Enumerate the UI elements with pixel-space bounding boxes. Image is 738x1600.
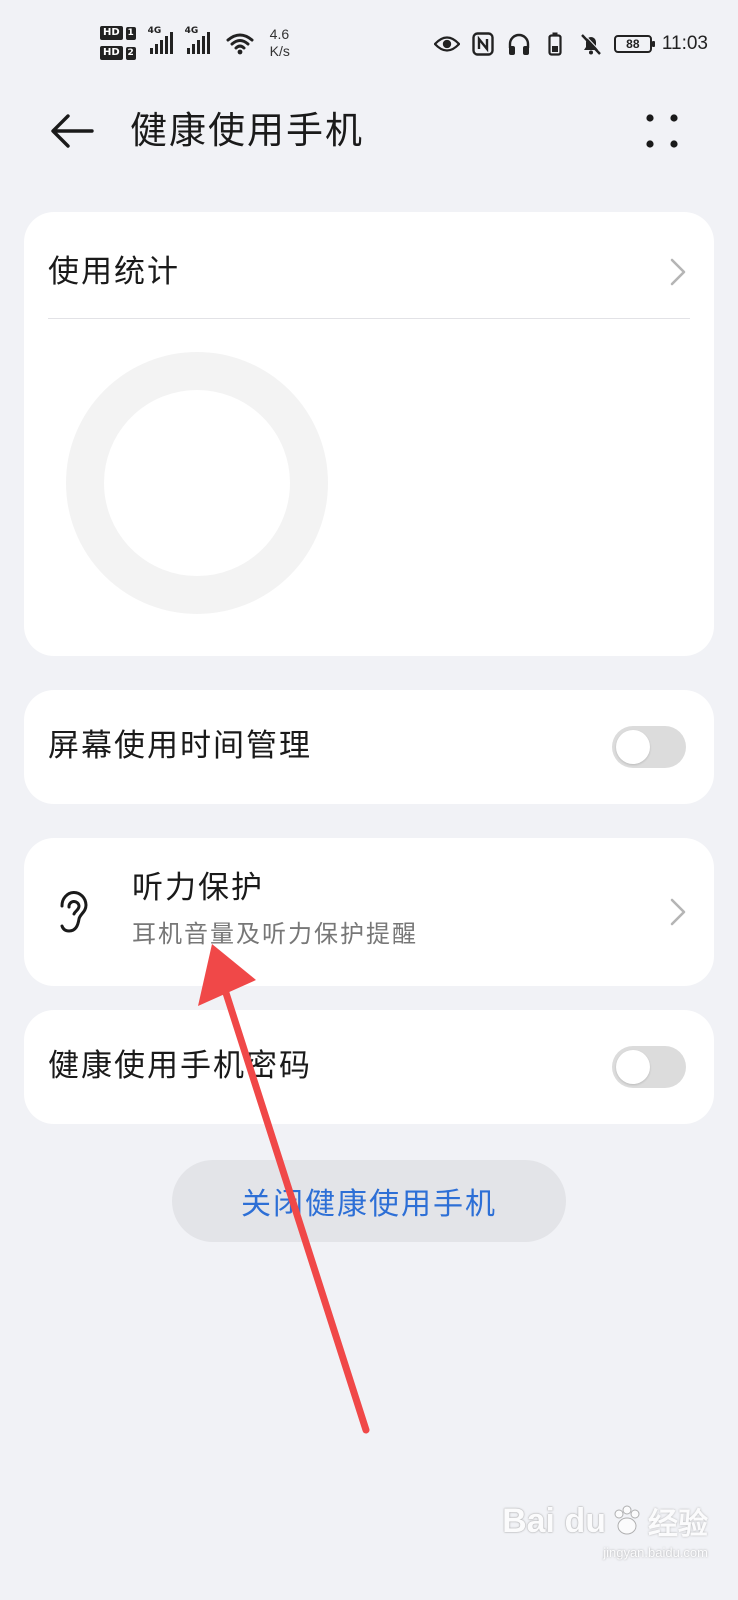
ear-icon <box>60 891 88 933</box>
close-healthy-usage-button[interactable]: 关闭健康使用手机 <box>172 1160 566 1242</box>
signal-1-icon: 4G <box>148 26 173 54</box>
password-toggle[interactable] <box>612 1046 686 1088</box>
network-speed-unit: K/s <box>269 43 290 59</box>
signal-2-icon: 4G <box>185 26 210 54</box>
password-toggle-knob <box>616 1050 650 1084</box>
sim1-number: 1 <box>125 26 136 40</box>
status-bar-left: HD 1 HD 2 4G 4G 4.6 K/s <box>100 20 290 66</box>
screen-time-label: 屏幕使用时间管理 <box>48 728 312 764</box>
bell-muted-icon <box>578 32 604 56</box>
sim2-number: 2 <box>125 46 136 60</box>
network-1-type: 4G <box>147 26 162 36</box>
sim2-hd-label: HD <box>100 46 123 60</box>
nfc-icon <box>470 32 496 56</box>
baidu-watermark: Bai du 经验 jingyan.baidu.com <box>502 1499 708 1561</box>
back-button[interactable] <box>44 108 100 154</box>
status-clock: 11:03 <box>661 33 708 54</box>
battery-indicator: 88 <box>613 35 655 53</box>
screen-time-toggle[interactable] <box>612 726 686 768</box>
battery-level: 88 <box>626 37 640 51</box>
usage-stats-chevron[interactable] <box>666 256 690 288</box>
wifi-icon <box>226 33 254 55</box>
usage-stats-title[interactable]: 使用统计 <box>48 250 180 294</box>
more-dots-icon <box>646 114 678 148</box>
hearing-protection-title: 听力保护 <box>132 870 264 906</box>
chevron-right-icon <box>670 898 686 926</box>
password-label: 健康使用手机密码 <box>48 1048 312 1084</box>
network-speed: 4.6 K/s <box>270 26 290 60</box>
sim-indicators: HD 1 HD 2 <box>100 26 136 60</box>
sim2-badge: HD 2 <box>100 46 136 60</box>
status-bar: HD 1 HD 2 4G 4G 4.6 K/s 88 11:03 <box>0 0 738 84</box>
usage-stats-divider <box>48 318 690 319</box>
headphones-icon <box>506 32 532 56</box>
battery-saver-icon <box>542 32 568 56</box>
hearing-protection-card[interactable]: 听力保护 耳机音量及听力保护提醒 <box>24 838 714 986</box>
screen-time-card[interactable]: 屏幕使用时间管理 <box>24 690 714 804</box>
status-bar-right: 88 11:03 <box>433 30 708 58</box>
usage-donut-chart <box>66 352 328 614</box>
password-card[interactable]: 健康使用手机密码 <box>24 1010 714 1124</box>
more-options-button[interactable] <box>642 110 682 152</box>
chevron-right-icon <box>670 258 686 286</box>
page-title: 健康使用手机 <box>130 109 364 152</box>
network-speed-value: 4.6 <box>269 26 290 42</box>
eye-icon <box>433 32 460 56</box>
baidu-logo: Bai du 经验 <box>502 1499 708 1543</box>
app-header: 健康使用手机 <box>0 96 738 166</box>
watermark-jingyan: 经验 <box>648 1508 708 1541</box>
watermark-brand: Bai du <box>502 1501 606 1540</box>
sim1-badge: HD 1 <box>100 26 136 40</box>
network-2-type: 4G <box>184 26 199 36</box>
usage-stats-card: 使用统计 <box>24 212 714 656</box>
screen-time-toggle-knob <box>616 730 650 764</box>
hearing-protection-subtitle: 耳机音量及听力保护提醒 <box>132 920 418 948</box>
sim1-hd-label: HD <box>100 26 123 40</box>
paw-icon <box>614 1505 640 1535</box>
hearing-protection-chevron <box>666 896 690 928</box>
arrow-left-icon <box>51 114 94 148</box>
watermark-url: jingyan.baidu.com <box>603 1545 708 1560</box>
